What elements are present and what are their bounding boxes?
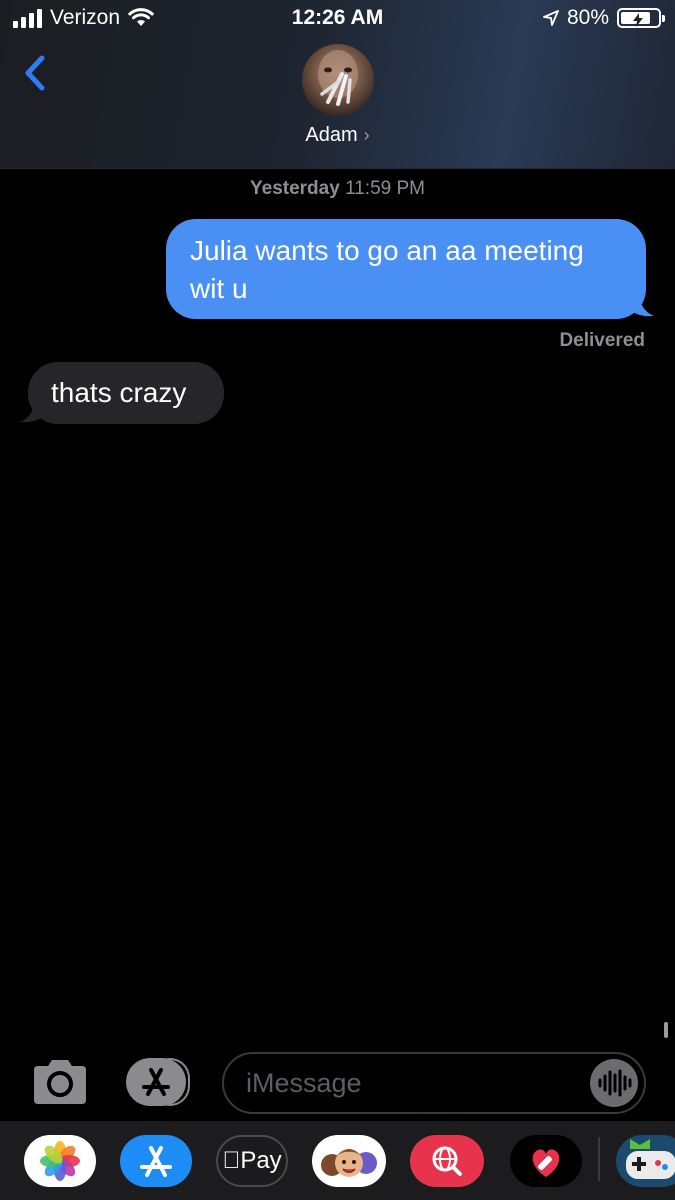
web-search-icon	[432, 1146, 462, 1176]
back-button[interactable]	[18, 50, 58, 96]
memoji-app-button[interactable]	[312, 1135, 386, 1187]
waveform-icon	[598, 1069, 632, 1097]
incoming-message-bubble[interactable]: thats crazy	[28, 362, 224, 424]
charging-bolt-icon	[633, 13, 643, 27]
game-app-icon	[626, 1139, 675, 1179]
status-bar: Verizon 12:26 AM 80%	[0, 0, 675, 40]
scroll-indicator[interactable]	[664, 1022, 668, 1038]
conversation-header: Verizon 12:26 AM 80% Adam ›	[0, 0, 675, 169]
status-right-group: 80%	[543, 6, 665, 30]
timestamp-time: 11:59 PM	[345, 178, 425, 199]
photos-app-button[interactable]	[24, 1135, 96, 1187]
location-arrow-icon	[543, 10, 559, 26]
imessage-input[interactable]	[222, 1052, 646, 1114]
delivered-status: Delivered	[559, 330, 645, 351]
battery-cap	[662, 15, 665, 22]
digital-touch-icon	[532, 1149, 560, 1177]
battery-fill	[621, 12, 650, 27]
timestamp-day: Yesterday	[250, 178, 340, 199]
app-store-icon	[140, 1146, 172, 1177]
memoji-icon	[321, 1149, 377, 1177]
web-search-app-button[interactable]	[410, 1135, 484, 1187]
message-timestamp: Yesterday 11:59 PM	[0, 178, 675, 200]
drawer-divider	[598, 1137, 600, 1181]
audio-message-button[interactable]	[590, 1059, 638, 1107]
camera-button[interactable]	[30, 1058, 90, 1106]
avatar-photo	[318, 50, 358, 106]
contact-avatar[interactable]	[302, 44, 374, 116]
apple-logo-icon: 	[222, 1147, 240, 1174]
app-store-app-button[interactable]	[120, 1135, 192, 1187]
apple-pay-app-button[interactable]: Pay	[216, 1135, 288, 1187]
game-app-button[interactable]	[616, 1135, 675, 1187]
contact-chevron-icon: ›	[363, 125, 370, 145]
battery-icon	[617, 8, 665, 28]
outgoing-message-bubble[interactable]: Julia wants to go an aa meeting wit u	[166, 219, 646, 319]
app-store-button[interactable]	[126, 1058, 186, 1106]
photos-icon	[40, 1141, 80, 1181]
app-drawer: Pay	[0, 1121, 675, 1200]
contact-name-button[interactable]: Adam ›	[0, 124, 675, 147]
digital-touch-app-button[interactable]	[510, 1135, 582, 1187]
contact-name: Adam	[305, 124, 358, 146]
battery-percent: 80%	[566, 6, 609, 29]
apple-pay-label: Pay	[231, 1147, 281, 1174]
app-store-icon	[142, 1068, 170, 1096]
